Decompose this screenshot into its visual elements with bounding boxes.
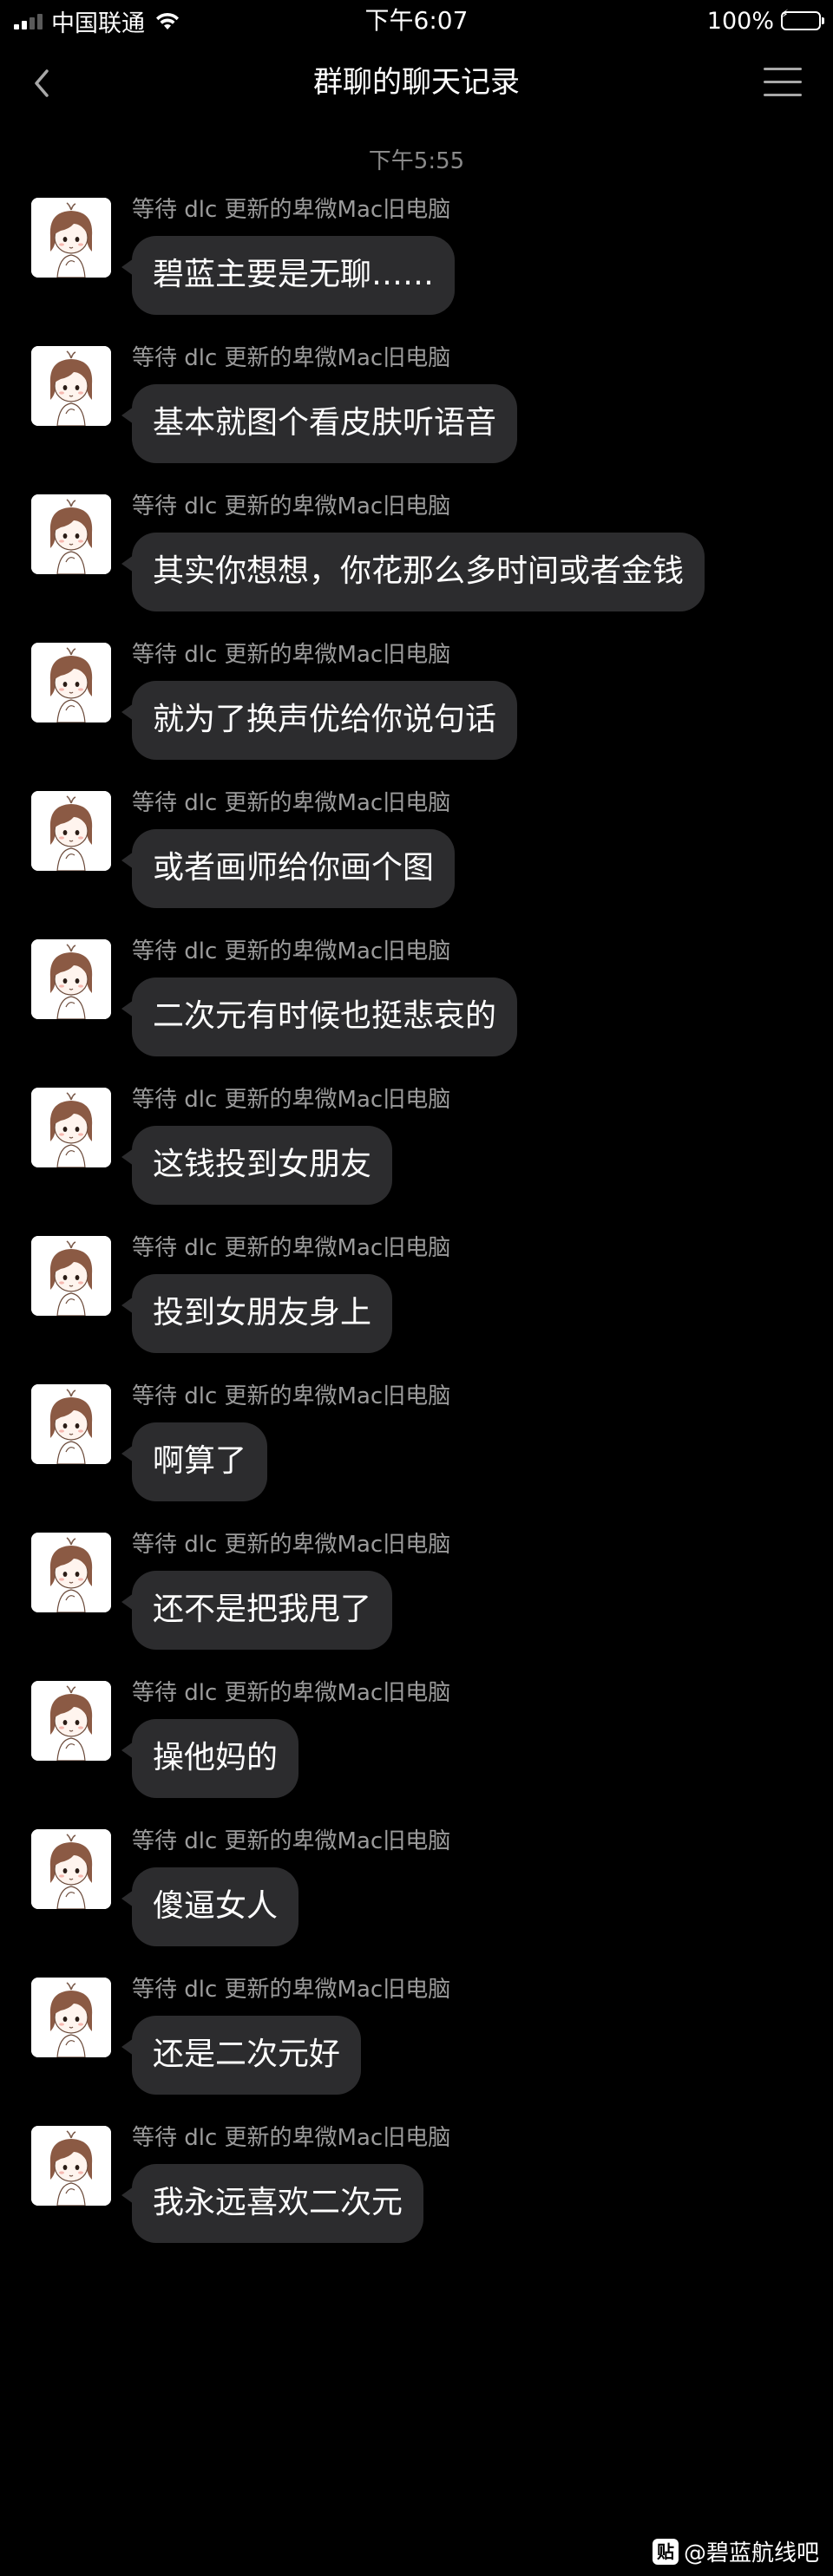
message-bubble[interactable]: 还是二次元好 (121, 2016, 362, 2095)
message-body: 等待 dlc 更新的卑微Mac旧电脑其实你想想，你花那么多时间或者金钱 (121, 491, 705, 611)
sender-avatar[interactable] (31, 1681, 111, 1761)
message-bubble[interactable]: 或者画师给你画个图 (121, 829, 456, 908)
message-bubble[interactable]: 啊算了 (121, 1422, 268, 1501)
chat-message: 等待 dlc 更新的卑微Mac旧电脑还不是把我甩了 (0, 1529, 833, 1650)
message-body: 等待 dlc 更新的卑微Mac旧电脑还不是把我甩了 (121, 1529, 451, 1650)
message-body: 等待 dlc 更新的卑微Mac旧电脑二次元有时候也挺悲哀的 (121, 936, 518, 1056)
page-title: 群聊的聊天记录 (313, 65, 520, 100)
sender-avatar[interactable] (31, 2126, 111, 2206)
sender-name: 等待 dlc 更新的卑微Mac旧电脑 (132, 1087, 451, 1113)
message-body: 等待 dlc 更新的卑微Mac旧电脑碧蓝主要是无聊…… (121, 194, 456, 315)
sender-avatar[interactable] (31, 1384, 111, 1464)
status-bar: 中国联通 下午6:07 100% ⚡ (0, 0, 833, 42)
message-bubble[interactable]: 我永远喜欢二次元 (121, 2164, 424, 2243)
chat-message: 等待 dlc 更新的卑微Mac旧电脑二次元有时候也挺悲哀的 (0, 936, 833, 1056)
sender-avatar[interactable] (31, 494, 111, 574)
sender-name: 等待 dlc 更新的卑微Mac旧电脑 (132, 642, 451, 668)
chat-message: 等待 dlc 更新的卑微Mac旧电脑啊算了 (0, 1381, 833, 1501)
message-bubble[interactable]: 傻逼女人 (121, 1867, 299, 1946)
nav-bar: 群聊的聊天记录 (0, 42, 833, 125)
sender-name: 等待 dlc 更新的卑微Mac旧电脑 (132, 197, 451, 223)
chat-message: 等待 dlc 更新的卑微Mac旧电脑其实你想想，你花那么多时间或者金钱 (0, 491, 833, 611)
message-body: 等待 dlc 更新的卑微Mac旧电脑基本就图个看皮肤听语音 (121, 343, 518, 463)
sender-name: 等待 dlc 更新的卑微Mac旧电脑 (132, 494, 451, 520)
time-divider: 下午5:55 (368, 148, 465, 174)
sender-avatar[interactable] (31, 346, 111, 426)
sender-avatar[interactable] (31, 1829, 111, 1909)
sender-name: 等待 dlc 更新的卑微Mac旧电脑 (132, 2125, 451, 2151)
sender-avatar[interactable] (31, 198, 111, 278)
charging-bolt-icon: ⚡ (780, 8, 789, 22)
message-body: 等待 dlc 更新的卑微Mac旧电脑就为了换声优给你说句话 (121, 639, 518, 760)
message-body: 等待 dlc 更新的卑微Mac旧电脑还是二次元好 (121, 1974, 451, 2095)
watermark-text: @碧蓝航线吧 (683, 2540, 819, 2566)
message-bubble[interactable]: 碧蓝主要是无聊…… (121, 236, 456, 315)
message-bubble[interactable]: 就为了换声优给你说句话 (121, 681, 518, 760)
sender-name: 等待 dlc 更新的卑微Mac旧电脑 (132, 1383, 451, 1409)
battery-percentage: 100% (706, 7, 774, 35)
message-body: 等待 dlc 更新的卑微Mac旧电脑这钱投到女朋友 (121, 1084, 451, 1205)
chat-message: 等待 dlc 更新的卑微Mac旧电脑还是二次元好 (0, 1974, 833, 2095)
sender-name: 等待 dlc 更新的卑微Mac旧电脑 (132, 1235, 451, 1261)
sender-avatar[interactable] (31, 791, 111, 871)
sender-name: 等待 dlc 更新的卑微Mac旧电脑 (132, 1977, 451, 2003)
status-right: 100% ⚡ (706, 5, 824, 36)
message-bubble[interactable]: 二次元有时候也挺悲哀的 (121, 977, 518, 1056)
sender-name: 等待 dlc 更新的卑微Mac旧电脑 (132, 1532, 451, 1558)
sender-avatar[interactable] (31, 939, 111, 1019)
sender-name: 等待 dlc 更新的卑微Mac旧电脑 (132, 345, 451, 371)
chat-message: 等待 dlc 更新的卑微Mac旧电脑就为了换声优给你说句话 (0, 639, 833, 760)
message-body: 等待 dlc 更新的卑微Mac旧电脑或者画师给你画个图 (121, 788, 456, 908)
message-body: 等待 dlc 更新的卑微Mac旧电脑我永远喜欢二次元 (121, 2122, 451, 2243)
message-bubble[interactable]: 投到女朋友身上 (121, 1274, 393, 1353)
chat-area[interactable]: 下午5:55 等待 dlc 更新的卑微Mac旧电脑 碧蓝主要是无聊…… 等待 d… (0, 125, 833, 2271)
sender-avatar[interactable] (31, 643, 111, 722)
message-body: 等待 dlc 更新的卑微Mac旧电脑投到女朋友身上 (121, 1232, 451, 1353)
sender-name: 等待 dlc 更新的卑微Mac旧电脑 (132, 790, 451, 816)
chat-message: 等待 dlc 更新的卑微Mac旧电脑基本就图个看皮肤听语音 (0, 343, 833, 463)
sender-avatar[interactable] (31, 1088, 111, 1167)
chat-message: 等待 dlc 更新的卑微Mac旧电脑操他妈的 (0, 1677, 833, 1798)
sender-name: 等待 dlc 更新的卑微Mac旧电脑 (132, 938, 451, 964)
sender-avatar[interactable] (31, 1978, 111, 2057)
message-bubble[interactable]: 还不是把我甩了 (121, 1571, 393, 1650)
sender-name: 等待 dlc 更新的卑微Mac旧电脑 (132, 1828, 451, 1854)
chat-message: 等待 dlc 更新的卑微Mac旧电脑碧蓝主要是无聊…… (0, 194, 833, 315)
message-bubble[interactable]: 基本就图个看皮肤听语音 (121, 384, 518, 463)
message-list: 等待 dlc 更新的卑微Mac旧电脑 碧蓝主要是无聊…… 等待 dlc 更新的卑微… (0, 194, 833, 2243)
message-body: 等待 dlc 更新的卑微Mac旧电脑啊算了 (121, 1381, 451, 1501)
tieba-watermark: 贴 @碧蓝航线吧 (652, 2535, 819, 2567)
hamburger-menu-icon[interactable] (764, 68, 802, 99)
message-body: 等待 dlc 更新的卑微Mac旧电脑操他妈的 (121, 1677, 451, 1798)
chat-message: 等待 dlc 更新的卑微Mac旧电脑这钱投到女朋友 (0, 1084, 833, 1205)
sender-avatar[interactable] (31, 1236, 111, 1316)
sender-avatar[interactable] (31, 1533, 111, 1612)
chat-message: 等待 dlc 更新的卑微Mac旧电脑投到女朋友身上 (0, 1232, 833, 1353)
chat-message: 等待 dlc 更新的卑微Mac旧电脑傻逼女人 (0, 1826, 833, 1946)
chat-message: 等待 dlc 更新的卑微Mac旧电脑或者画师给你画个图 (0, 788, 833, 908)
message-bubble[interactable]: 操他妈的 (121, 1719, 299, 1798)
chat-message: 等待 dlc 更新的卑微Mac旧电脑我永远喜欢二次元 (0, 2122, 833, 2243)
message-bubble[interactable]: 这钱投到女朋友 (121, 1126, 393, 1205)
battery-icon: ⚡ (780, 8, 824, 30)
sender-name: 等待 dlc 更新的卑微Mac旧电脑 (132, 1680, 451, 1706)
message-bubble[interactable]: 其实你想想，你花那么多时间或者金钱 (121, 533, 705, 611)
tieba-logo: 贴 (652, 2538, 679, 2565)
message-body: 等待 dlc 更新的卑微Mac旧电脑傻逼女人 (121, 1826, 451, 1946)
